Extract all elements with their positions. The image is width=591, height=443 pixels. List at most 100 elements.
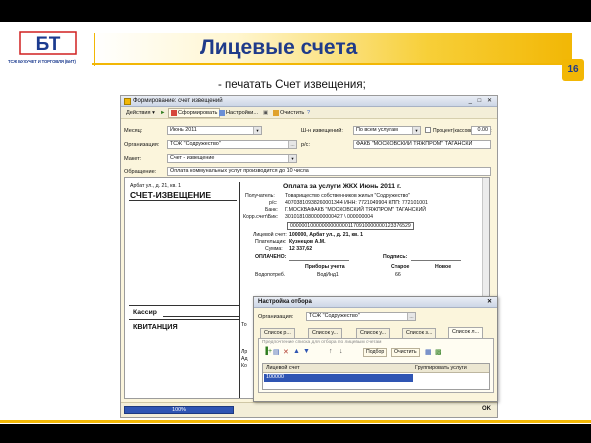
settings-label: Настройки... (226, 110, 259, 116)
help-icon[interactable]: ? (305, 108, 312, 118)
lock-icon[interactable]: ▣ (261, 108, 270, 118)
dialog-titlebar: Настройка отбора ✕ (254, 297, 497, 308)
column-header-group-services[interactable]: Группировать услуги (415, 364, 467, 372)
code-line: 0000001000000000000011709100000001233765… (287, 222, 414, 230)
account-label: р/с: (301, 142, 311, 148)
notice-input[interactable]: Оплата коммунальных услуг производится д… (167, 167, 491, 176)
receipt-fragment-title: То (241, 322, 247, 328)
rs-label: р/с: (269, 200, 278, 206)
tab-list-2[interactable]: Список у... (308, 328, 343, 338)
generate-label: Сформировать (178, 110, 218, 116)
doc-title-rule (129, 200, 237, 201)
go-icon[interactable]: ► (158, 108, 168, 118)
org-dropdown-icon[interactable]: … (288, 141, 296, 148)
percent-input[interactable]: 0.00 (471, 126, 491, 135)
dialog-title: Настройка отбора (258, 299, 312, 305)
page-title: Лицевые счета (200, 36, 358, 59)
tab-list-accounts[interactable]: Список л... (448, 327, 484, 338)
org-value: ТСЖ "Содружество" (170, 141, 221, 147)
layout-select[interactable]: Счет - извещение ▾ (167, 154, 297, 163)
top-black-bar (0, 0, 591, 22)
filter-settings-dialog: Настройка отбора ✕ Организация: ТСЖ "Сод… (253, 296, 498, 402)
corr-label: Корр.счет\Бик: (243, 214, 278, 220)
meters-label: Приборы учета (305, 264, 345, 270)
recipient-label: Получатель: (245, 193, 275, 199)
delete-row-icon[interactable]: ✕ (283, 348, 289, 356)
tab-panel: Предпочтение списка для отбора по лицевы… (258, 338, 494, 393)
dialog-org-dropdown-icon[interactable]: … (407, 313, 415, 320)
percent-checkbox[interactable] (425, 127, 431, 133)
bank-label: Банк: (265, 207, 278, 213)
barcode-dropdown-icon[interactable]: ▾ (412, 127, 420, 134)
percent-value: 0.00 (477, 127, 489, 133)
column-header-account[interactable]: Лицевой счет (266, 364, 300, 372)
bottom-black-bar (0, 424, 591, 443)
receipt-fragment-line: Ад (241, 356, 248, 362)
logo-mark: БТ (18, 30, 78, 56)
barcode-input[interactable]: По всем услугам ▾ (353, 126, 421, 135)
svg-text:БТ: БТ (36, 34, 61, 55)
month-input[interactable]: Июнь 2011 ▾ (167, 126, 262, 135)
dialog-org-label: Организация: (258, 314, 294, 320)
dialog-close-icon[interactable]: ✕ (487, 297, 494, 308)
actions-menu[interactable]: Действия ▾ (124, 108, 157, 118)
generate-button[interactable]: Сформировать (168, 108, 221, 118)
layout-dropdown-icon[interactable]: ▾ (288, 155, 296, 162)
doc-form-title: СЧЕТ-ИЗВЕЩЕНИЕ (130, 190, 212, 200)
receipt-rule (129, 319, 239, 320)
recipient-value: Товарищество собственников жилья "Содруж… (285, 193, 411, 199)
doc-heading: Оплата за услуги ЖКХ Июнь 2011 г. (283, 183, 401, 190)
window-title: Формирование: счет извещений (133, 98, 223, 104)
layout-label: Макет: (124, 156, 142, 162)
move-down-icon[interactable]: ▼ (303, 348, 310, 355)
payer-value: Кузнецов А.М. (289, 239, 326, 245)
payer-label: Плательщик: (255, 239, 287, 245)
bottom-gold-rule (0, 420, 591, 423)
tab-list-4[interactable]: Список з... (402, 328, 437, 338)
logo-caption: ТСЖ БУХУЧЕТ И ТОРГОВЛЯ (БИТ) (8, 59, 76, 64)
dialog-org-value: ТСЖ "Содружество" (309, 313, 360, 319)
table-header: Лицевой счет Группировать услуги (263, 364, 489, 373)
water-old: 66 (395, 272, 401, 278)
status-bar: 100% OK (121, 402, 497, 417)
org-input[interactable]: ТСЖ "Содружество" … (167, 140, 297, 149)
paid-label: ОПЛАЧЕНО: (255, 254, 287, 260)
month-label: Месяц: (124, 128, 143, 134)
clear-button[interactable]: Очистить (271, 108, 306, 118)
sort-asc-icon[interactable]: ↑ (329, 348, 333, 355)
account-input[interactable]: ФАКБ "МОСКОВСКИЙ ТЯЖПРОМ" ТАГАНСКИ (353, 140, 491, 149)
clear-label: Очистить (280, 110, 305, 116)
receipt-fragment-line: Лр (241, 349, 248, 355)
page-number-badge: 16 (562, 59, 584, 81)
window-titlebar: Формирование: счет извещений _ □ ✕ (121, 96, 497, 107)
old-label: Старое (391, 264, 410, 270)
add-row-icon[interactable]: ▐+ (263, 348, 272, 355)
title-divider (94, 33, 95, 66)
settings-button[interactable]: Настройки... (217, 108, 260, 118)
sort-desc-icon[interactable]: ↓ (339, 348, 343, 355)
actions-label: Действия (126, 110, 151, 116)
receipt-fragment-line: Ко (241, 363, 247, 369)
dialog-org-input[interactable]: ТСЖ "Содружество" … (306, 312, 416, 321)
window-controls[interactable]: _ □ ✕ (469, 96, 494, 107)
ls-value: 100000, Арбат ул., д. 21, кв. 1 (289, 232, 363, 238)
corr-value: 30101810800000000427 \ 000000004 (285, 214, 373, 220)
dialog-clear-button[interactable]: Очистить (391, 348, 420, 357)
move-up-icon[interactable]: ▲ (293, 348, 300, 355)
selection-button[interactable]: Подбор (363, 348, 388, 357)
rs-value: 40703810938260001344 ИНН: 7721049904 КПП… (285, 200, 428, 206)
save-icon[interactable]: ▩ (435, 348, 442, 356)
table-row[interactable]: 100000 (264, 374, 413, 382)
copy-row-icon[interactable]: ▤ (273, 348, 280, 356)
company-logo: БТ ТСЖ БУХУЧЕТ И ТОРГОВЛЯ (БИТ) (8, 30, 88, 68)
tab-list-1[interactable]: Список р... (260, 328, 295, 338)
clear-icon (273, 109, 279, 116)
window-toolbar: Действия ▾ ► Сформировать Настройки... ▣… (121, 107, 497, 119)
tab-hint: Предпочтение списка для отбора по лицевы… (262, 340, 382, 345)
load-icon[interactable]: ▦ (425, 348, 432, 356)
tab-list-3[interactable]: Список у... (356, 328, 391, 338)
month-dropdown-icon[interactable]: ▾ (253, 127, 261, 134)
new-label: Новое (435, 264, 452, 270)
progress-bar: 100% (124, 406, 234, 414)
ok-button[interactable]: OK (482, 406, 491, 412)
